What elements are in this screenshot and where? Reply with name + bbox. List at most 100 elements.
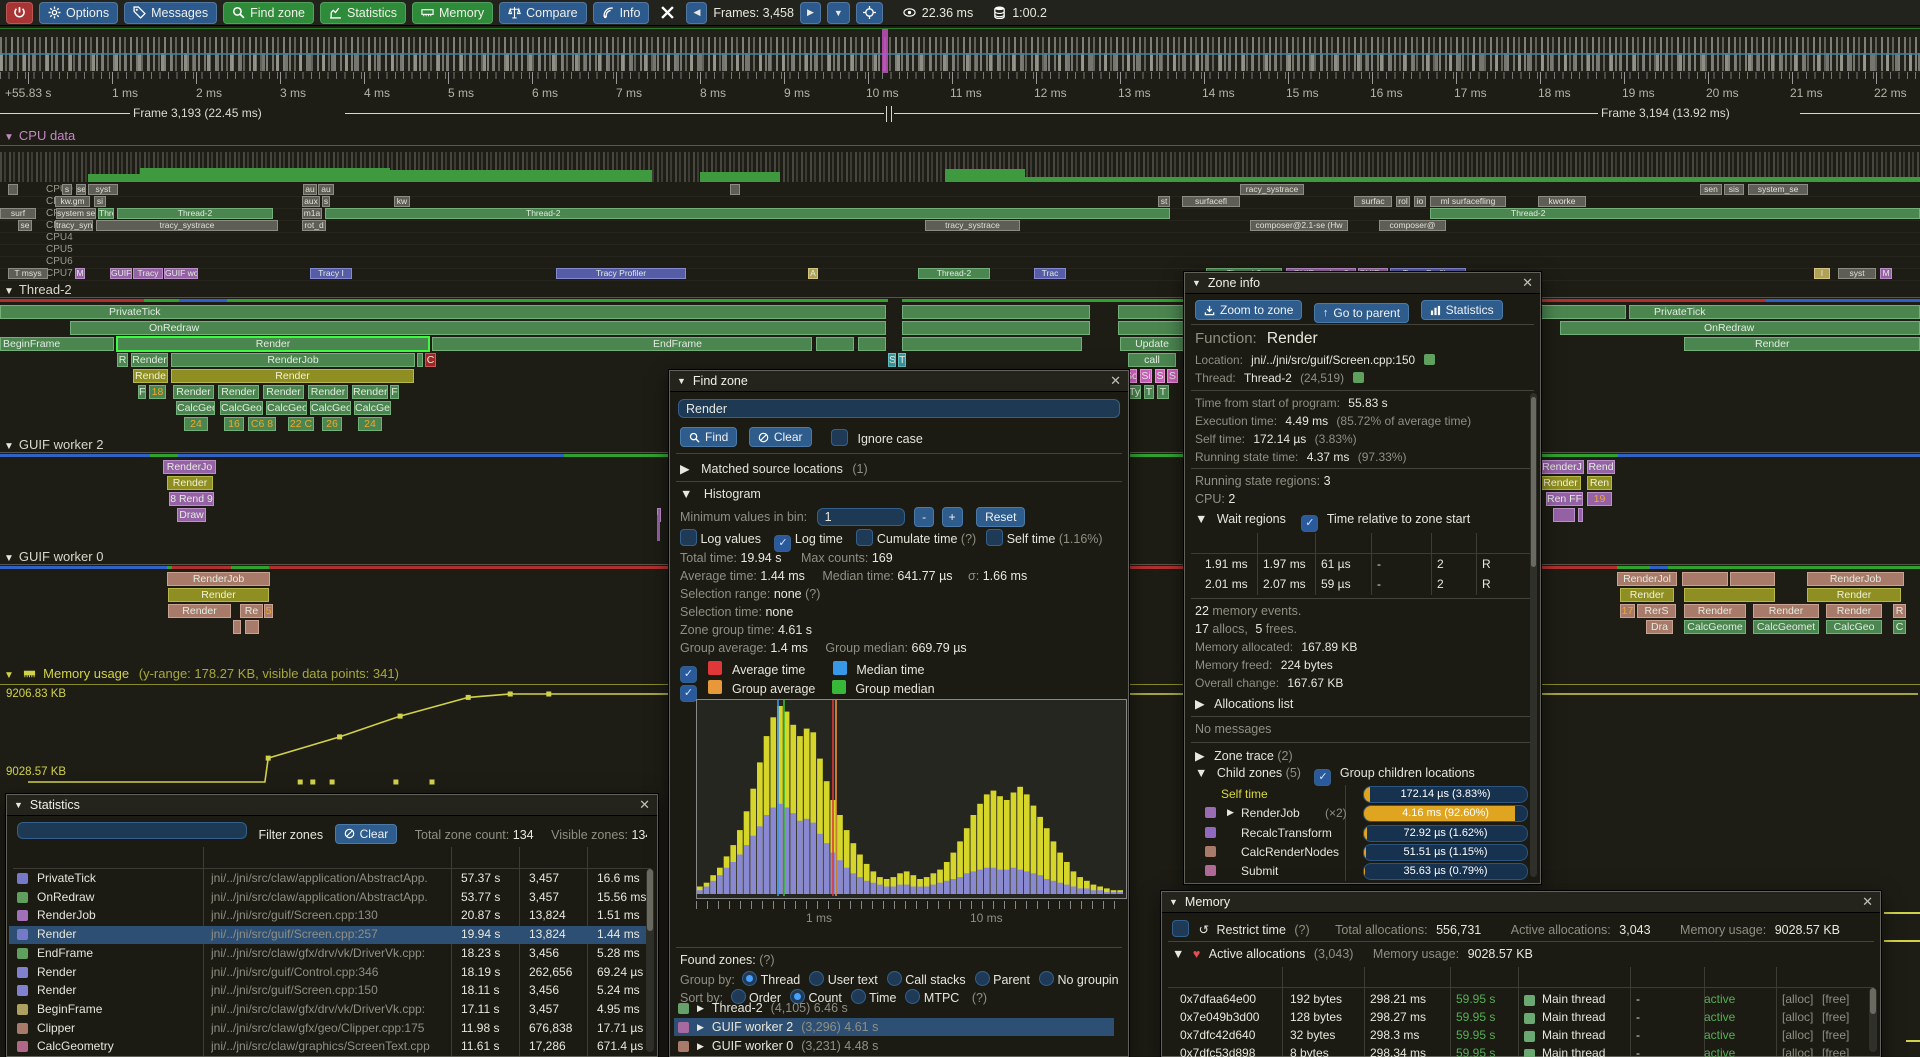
timeline-zone[interactable]: system se — [56, 208, 96, 219]
timeline-zone[interactable]: F — [138, 385, 146, 399]
timeline-zone[interactable]: BeginFrame — [0, 337, 114, 351]
timeline-zone[interactable]: Trac — [1034, 268, 1066, 279]
timeline-zone[interactable]: au — [318, 184, 334, 195]
findzone-histogram-frame[interactable] — [696, 699, 1127, 899]
zone-info-scrollbar[interactable] — [1530, 393, 1537, 877]
timeline-zone[interactable]: T — [1157, 385, 1169, 399]
timeline-zone[interactable]: Thread-2 — [918, 268, 990, 279]
collapse-triangle-icon[interactable]: ▼ — [1195, 512, 1207, 526]
close-icon[interactable]: ✕ — [1522, 275, 1533, 291]
messages-button[interactable]: Messages — [124, 2, 217, 24]
min-bin-input[interactable]: 1 — [817, 508, 905, 526]
timeline-zone[interactable]: C6 8 — [248, 417, 276, 431]
timeline-zone[interactable]: st — [1158, 196, 1170, 207]
timeline-zone[interactable]: RenderJob — [167, 572, 270, 586]
zone-trace-label[interactable]: Zone trace — [1214, 749, 1274, 763]
scrollbar-thumb[interactable] — [647, 869, 653, 931]
option-checkbox[interactable] — [986, 529, 1003, 546]
timeline-zone[interactable]: CalcGeo — [1826, 620, 1882, 634]
timeline-zone[interactable]: composer@ — [1379, 220, 1446, 231]
timeline-zone[interactable] — [657, 515, 660, 541]
close-icon[interactable]: ✕ — [639, 797, 650, 813]
timeline-zone[interactable]: Render — [352, 385, 388, 399]
options-button[interactable]: Options — [39, 2, 118, 24]
timeline-zone[interactable] — [1118, 321, 1184, 335]
child-zone-row[interactable]: ▶ RenderJob (×2) 4.16 ms (92.60%) — [1195, 805, 1528, 822]
timeline-zone[interactable]: CalcGeor — [266, 401, 307, 415]
group-by-radio[interactable] — [975, 971, 990, 986]
timeline-zone[interactable]: 16 — [224, 417, 244, 431]
timeline-zone[interactable]: T — [1144, 385, 1154, 399]
timeline-zone[interactable]: Render — [171, 369, 414, 383]
zoom-to-zone-button[interactable]: Zoom to zone — [1195, 300, 1302, 320]
timeline-zone[interactable] — [902, 305, 1090, 319]
option-checkbox[interactable] — [856, 529, 873, 546]
scrollbar-thumb[interactable] — [1870, 988, 1876, 1014]
timeline-zone[interactable]: PrivateTick — [0, 305, 886, 319]
collapse-triangle-icon[interactable]: ▼ — [4, 553, 14, 564]
timeline-zone[interactable] — [858, 337, 886, 351]
timeline-zone[interactable]: 22 C — [288, 417, 314, 431]
timeline-zone[interactable]: Render — [167, 476, 213, 490]
timeline-zone[interactable]: EndFrame — [432, 337, 812, 351]
alloc-callstack-button[interactable]: [alloc] — [1782, 1046, 1813, 1057]
clear-button[interactable]: Clear — [749, 427, 812, 447]
timeline-zone[interactable] — [8, 184, 18, 195]
free-callstack-button[interactable]: [free] — [1822, 1010, 1849, 1024]
child-zone-row[interactable]: ▶ Submit 35.63 µs (0.79%) — [1195, 863, 1528, 880]
statistics-titlebar[interactable]: ▼ Statistics ✕ — [7, 795, 657, 816]
option-checkbox[interactable] — [774, 535, 791, 552]
collapse-triangle-icon[interactable]: ▼ — [677, 376, 686, 386]
alloc-address[interactable]: 0x7dfc42d640 — [1180, 1028, 1255, 1042]
timeline-zone[interactable]: rot_d — [302, 220, 326, 231]
timeline-zone[interactable]: si — [94, 196, 106, 207]
timeline-zone[interactable] — [1578, 508, 1583, 522]
timeline-zone[interactable]: Ren — [1587, 476, 1612, 490]
timeline-zone[interactable]: kworke — [1538, 196, 1586, 207]
timeline-zone[interactable]: RenderJo — [163, 460, 216, 474]
find-zone-button[interactable]: Find zone — [223, 2, 314, 24]
timeline-zone[interactable]: rol — [1396, 196, 1410, 207]
timeline-zone[interactable]: composer@2.1-se (Hw — [1250, 220, 1348, 231]
timeline-zone[interactable]: C — [1893, 620, 1906, 634]
timeline-zone[interactable] — [1553, 508, 1575, 522]
increment-button[interactable]: + — [942, 507, 963, 527]
frame-label[interactable]: Frame 3,194 (13.92 ms) — [1601, 106, 1730, 120]
timeline-zone[interactable]: Rend — [1587, 460, 1615, 474]
table-row[interactable]: RenderJob jni/../jni/src/guif/Screen.cpp… — [9, 907, 647, 925]
timeline-zone[interactable]: system_se — [1748, 184, 1808, 195]
timeline-zone[interactable]: aux — [302, 196, 320, 207]
timeline-zone[interactable]: A — [808, 268, 818, 279]
timeline-zone[interactable]: se — [76, 184, 86, 195]
expand-triangle-icon[interactable]: ▶ — [1195, 749, 1205, 763]
timeline-zone[interactable]: Draw — [177, 508, 206, 522]
table-row[interactable]: Render jni/../jni/src/guif/Screen.cpp:15… — [9, 982, 647, 1000]
allocation-row[interactable]: 0x7dfc42d640 32 bytes 298.3 ms 59.95 s M… — [1170, 1028, 1858, 1046]
statistics-button[interactable]: Statistics — [320, 2, 406, 24]
time-ruler[interactable]: +55.83 s1 ms2 ms3 ms4 ms5 ms6 ms7 ms8 ms… — [0, 72, 1920, 104]
timeline-zone[interactable] — [245, 620, 259, 634]
timeline-zone[interactable]: CalcGeo — [310, 401, 351, 415]
timeline-zone[interactable]: sen — [1700, 184, 1722, 195]
timeline-zone[interactable]: S — [888, 353, 896, 367]
timeline-zone[interactable]: Tracy Profiler — [556, 268, 686, 279]
alloc-address[interactable]: 0x7dfaa64e00 — [1180, 992, 1256, 1006]
timeline-zone[interactable]: RerS — [1637, 604, 1676, 618]
expand-triangle-icon[interactable]: ▶ — [680, 462, 690, 476]
timeline-zone[interactable]: Re — [240, 604, 263, 618]
timeline-zone[interactable]: PrivateTick — [1629, 305, 1920, 319]
timeline-zone[interactable]: surfacefl — [1182, 196, 1240, 207]
timeline-zone[interactable]: 24 — [184, 417, 208, 431]
timeline-zone[interactable]: au — [303, 184, 317, 195]
timeline-zone[interactable]: Tracy I — [310, 268, 352, 279]
cpu-data-header[interactable]: ▼CPU data — [4, 128, 75, 143]
option-checkbox[interactable] — [680, 529, 697, 546]
frame-label[interactable]: Frame 3,193 (22.45 ms) — [133, 106, 262, 120]
frame-markers[interactable]: Frame 3,193 (22.45 ms) Frame 3,194 (13.9… — [0, 104, 1920, 124]
child-zone-row[interactable]: ▶ RecalcTransform 72.92 µs (1.62%) — [1195, 825, 1528, 842]
timeline-zone[interactable]: Dra — [1646, 620, 1673, 634]
timeline-zone[interactable]: Render — [168, 588, 269, 602]
group-by-radio[interactable] — [887, 971, 902, 986]
timeline-zone[interactable]: Render — [117, 337, 429, 351]
table-row[interactable]: PrivateTick jni/../jni/src/claw/applicat… — [9, 870, 647, 888]
